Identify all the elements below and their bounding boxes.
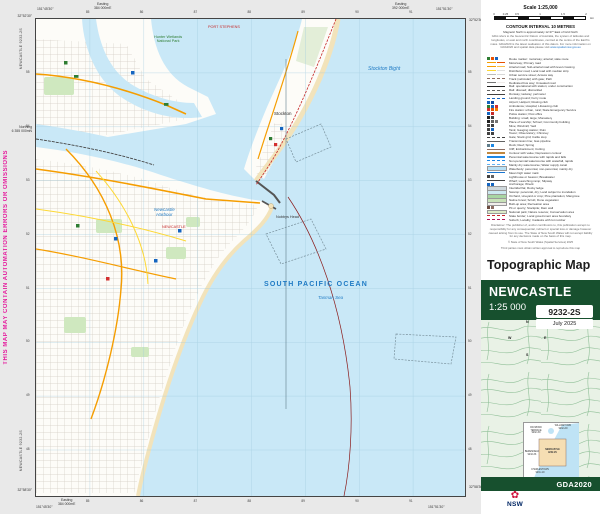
label-hunter-wetlands: Hunter Wetlands National Park bbox=[154, 35, 182, 44]
collar-lon-top-right: 151°51'30" bbox=[436, 8, 452, 12]
copyright-text: © State of New South Wales (Spatial Serv… bbox=[488, 241, 593, 245]
grid-number: 91 bbox=[409, 10, 413, 14]
collar-easting-top-right: Easting 392 000mE bbox=[392, 3, 409, 11]
collar-easting-top: Easting 384 000mE bbox=[94, 3, 111, 11]
grid-number: 52 bbox=[468, 232, 472, 236]
index-label-nw: RAYMOND TERRACE 9232-3N bbox=[525, 427, 547, 435]
grid-number: 53 bbox=[26, 178, 30, 182]
legend-row: Suburb; Locality; Cadastre with lot numb… bbox=[487, 218, 597, 222]
scale-tick: 1 bbox=[539, 12, 541, 16]
map-title: NEWCASTLE bbox=[489, 285, 572, 299]
label-port-stephens: PORT STEPHENS bbox=[208, 25, 240, 29]
grid-number: 50 bbox=[26, 339, 30, 343]
label-south-pacific-ocean: SOUTH PACIFIC OCEAN bbox=[264, 281, 368, 289]
grid-number: 85 bbox=[86, 499, 90, 503]
grid-number: 89 bbox=[301, 10, 305, 14]
label-stockton-bight: Stockton Bight bbox=[368, 67, 400, 73]
grid-number: 55 bbox=[468, 70, 472, 74]
index-label-sw: CHARLESTOWN 9231-1N bbox=[530, 469, 550, 474]
legend-list: Route marker: motorway; arterial; state … bbox=[487, 57, 597, 222]
grid-number: 85 bbox=[86, 10, 90, 14]
topographic-map-graphic bbox=[36, 19, 465, 496]
grid-number: 86 bbox=[140, 499, 144, 503]
compass-w: W bbox=[508, 336, 511, 340]
collar-easting-bottom: Easting 384 000mE bbox=[58, 499, 75, 507]
scale-tick: 0.5 bbox=[515, 12, 519, 16]
map-collar-panel: Scale 1:25,000 0 0.25 0.5 1 1.5 2 km CONTOUR … bbox=[481, 0, 600, 514]
adjoining-maps-index: RAYMOND TERRACE 9232-3N WILLIAMTOWN 9232… bbox=[523, 422, 579, 478]
grid-number: 89 bbox=[301, 499, 305, 503]
map-product-sheet: Stockton Newcastle Harbour Nobbys Head S… bbox=[0, 0, 600, 514]
grid-number: 48 bbox=[26, 447, 30, 451]
grid-number: 51 bbox=[468, 286, 472, 290]
scale-bar-ticks: 0 0.25 0.5 1 1.5 2 bbox=[494, 12, 586, 15]
nobbys-head-point bbox=[269, 204, 274, 209]
scale-title: Scale 1:25,000 bbox=[481, 5, 600, 11]
datum-note: GDA refers to the Geocentric Datum of Au… bbox=[488, 35, 593, 50]
datum-label: GDA2020 bbox=[557, 480, 592, 489]
scale-unit: km bbox=[590, 16, 594, 20]
collar-lat-top-left: 32°52'30" bbox=[6, 15, 32, 19]
index-label-n: WILLIAMTOWN 9232-2N bbox=[552, 425, 574, 430]
scale-tick: 1.5 bbox=[561, 12, 565, 16]
grid-number: 54 bbox=[468, 124, 472, 128]
label-newcastle-harbour: Newcastle Harbour bbox=[154, 207, 175, 217]
grid-number: 51 bbox=[26, 286, 30, 290]
nsw-government-logo: ✿ NSW bbox=[503, 491, 527, 508]
nsw-logo-text: NSW bbox=[503, 501, 527, 508]
scale-bar-segments bbox=[494, 16, 586, 21]
compass-s: S bbox=[526, 353, 528, 357]
scale-tick: 2 bbox=[585, 12, 587, 16]
compass-n: N bbox=[526, 320, 529, 324]
sheet-label-vertical-top-left: NEWCASTLE 9232-2S bbox=[19, 28, 23, 69]
grid-number: 87 bbox=[194, 10, 198, 14]
disclaimer-text: Disclaimer: The publisher of, and/or con… bbox=[488, 224, 593, 239]
product-type-heading: Topographic Map bbox=[487, 258, 590, 272]
scale-tick: 0.25 bbox=[503, 12, 508, 16]
datum-band: GDA2020 bbox=[481, 477, 600, 491]
grid-number: 48 bbox=[468, 447, 472, 451]
grid-number: 90 bbox=[355, 10, 359, 14]
datum-link: www.spatial.nsw.gov.au bbox=[550, 45, 580, 49]
grid-number: 49 bbox=[26, 393, 30, 397]
grid-number: 88 bbox=[248, 499, 252, 503]
grid-number: 91 bbox=[409, 499, 413, 503]
scale-bar: 00.250.511.52 km bbox=[494, 12, 586, 21]
collar-lon-bottom-left: 151°45'30" bbox=[36, 506, 52, 510]
grid-number: 86 bbox=[140, 10, 144, 14]
grid-number: 53 bbox=[468, 178, 472, 182]
grid-number: 49 bbox=[468, 393, 472, 397]
label-stockton: Stockton bbox=[274, 111, 292, 116]
grid-number: 54 bbox=[26, 124, 30, 128]
map-scale: 1:25 000 bbox=[489, 302, 526, 313]
label-nobbys-head: Nobbys Head bbox=[276, 215, 299, 219]
grid-number: 88 bbox=[248, 10, 252, 14]
grid-number: 90 bbox=[355, 499, 359, 503]
contour-interval-text: CONTOUR INTERVAL 10 METRES bbox=[481, 24, 600, 29]
collar-lon-bottom-right: 151°51'30" bbox=[428, 506, 444, 510]
approval-text: Third parties must obtain written approv… bbox=[488, 247, 593, 251]
grid-number: 55 bbox=[26, 70, 30, 74]
automation-warning-vertical-text: THIS MAP MAY CONTAIN AUTOMATION ERRORS O… bbox=[3, 150, 9, 365]
grid-number: 52 bbox=[26, 232, 30, 236]
waratah-icon: ✿ bbox=[503, 491, 527, 501]
grid-number: 50 bbox=[468, 339, 472, 343]
grid-number: 87 bbox=[194, 499, 198, 503]
edition-date-badge: July 2025 bbox=[536, 319, 593, 329]
compass-e: E bbox=[544, 336, 546, 340]
disclaimer-block: Disclaimer: The publisher of, and/or con… bbox=[488, 224, 593, 250]
label-tasman-sea: Tasman Sea bbox=[318, 295, 343, 300]
sheet-number-badge: 9232-2S bbox=[536, 305, 593, 318]
index-label-w: BERESFIELD 9232-3S bbox=[524, 451, 540, 456]
index-label-center: NEWCASTLE 9232-2S bbox=[540, 449, 565, 454]
label-newcastle-lga: NEWCASTLE bbox=[162, 225, 186, 229]
legend-label: Suburb; Locality; Cadastre with lot numb… bbox=[509, 218, 566, 222]
collar-lat-bottom-left: 32°58'30" bbox=[6, 489, 32, 493]
sheet-label-vertical-bottom-left: NEWCASTLE 9232-2S bbox=[19, 430, 23, 471]
collar-lon-top-left: 151°45'30" bbox=[37, 8, 53, 12]
scale-tick: 0 bbox=[493, 12, 495, 16]
map-canvas: Stockton Newcastle Harbour Nobbys Head S… bbox=[35, 18, 466, 497]
